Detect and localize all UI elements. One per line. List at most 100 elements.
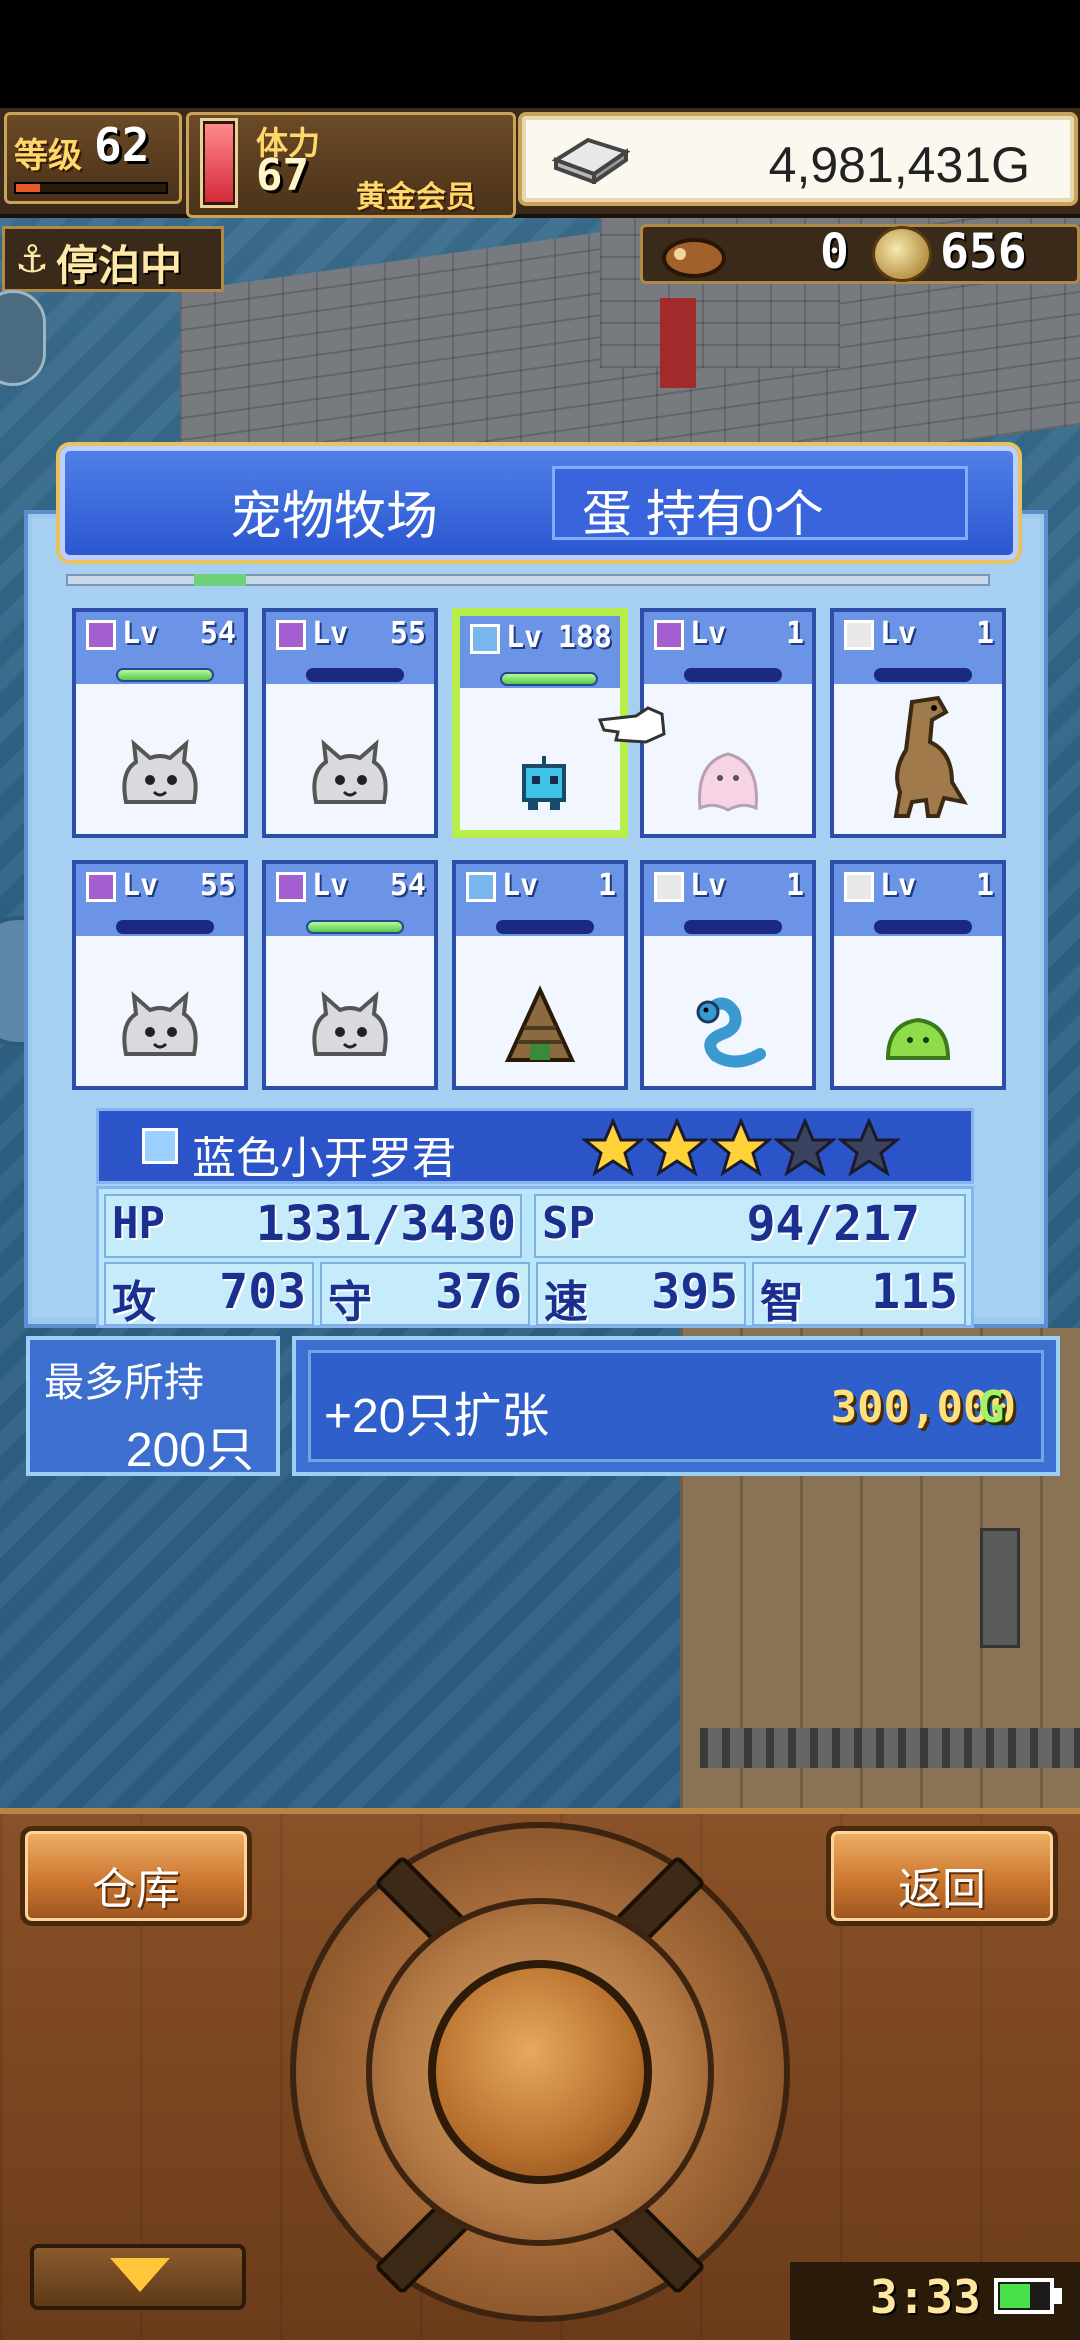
- page-scroll-thumb[interactable]: [194, 574, 246, 586]
- pet-level: 55: [199, 868, 236, 903]
- anchor-icon: ⚓: [14, 237, 50, 281]
- star-filled-icon: [710, 1118, 772, 1176]
- warehouse-button[interactable]: 仓库: [20, 1826, 252, 1926]
- expand-label: +20只扩张: [324, 1390, 550, 1443]
- pink-ghost-icon: [682, 732, 774, 822]
- pet-card[interactable]: Lv 54: [262, 860, 438, 1090]
- purple-element-icon: [86, 872, 116, 902]
- pet-level: 188: [557, 620, 612, 655]
- pet-level-label: Lv: [502, 868, 539, 903]
- battery-level: [1000, 2284, 1030, 2308]
- water-element-icon: [470, 624, 500, 654]
- white-element-icon: [654, 872, 684, 902]
- pet-card[interactable]: Lv 1: [452, 860, 628, 1090]
- side-chat-button[interactable]: [0, 290, 46, 386]
- pet-level-label: Lv: [880, 616, 917, 651]
- pet-level: 1: [785, 616, 804, 651]
- silver-bar-icon: [551, 137, 631, 184]
- coin-icon: [872, 226, 932, 282]
- def-value: 376: [435, 1264, 522, 1320]
- pet-level: 1: [975, 616, 994, 651]
- back-button[interactable]: 返回: [826, 1826, 1058, 1926]
- pet-level: 1: [785, 868, 804, 903]
- pet-exp-bar: [496, 920, 594, 934]
- pet-level: 1: [975, 868, 994, 903]
- pet-exp-bar: [306, 920, 404, 934]
- pet-level-label: Lv: [122, 616, 159, 651]
- spd-label: 速: [544, 1277, 588, 1328]
- warehouse-label: 仓库: [92, 1865, 180, 1914]
- water-element-icon: [466, 872, 496, 902]
- sp-value: 94/217: [746, 1196, 920, 1252]
- pet-card[interactable]: Lv 54: [72, 608, 248, 838]
- resource-count-1: 0: [820, 224, 849, 280]
- pet-level: 54: [199, 616, 236, 651]
- pet-level: 55: [389, 616, 426, 651]
- pet-level: 1: [597, 868, 616, 903]
- eggs-count: 蛋 持有0个: [582, 486, 824, 542]
- pointing-hand-icon: [597, 706, 666, 744]
- pet-level-label: Lv: [122, 868, 159, 903]
- top-bar: [0, 0, 1080, 108]
- battery-tip: [1054, 2288, 1062, 2304]
- pet-exp-bar: [500, 672, 598, 686]
- def-label: 守: [328, 1277, 372, 1328]
- expand-currency: G: [978, 1382, 1005, 1433]
- star-filled-icon: [582, 1118, 644, 1176]
- pet-exp-bar: [684, 668, 782, 682]
- purple-element-icon: [276, 620, 306, 650]
- pet-name: 蓝色小开罗君: [192, 1134, 456, 1183]
- pet-level-label: Lv: [690, 616, 727, 651]
- sp-label: SP: [542, 1198, 595, 1249]
- star-empty-icon: [774, 1118, 836, 1176]
- stamina-value: 67: [256, 150, 309, 201]
- purple-element-icon: [654, 620, 684, 650]
- resource-count-2: 656: [940, 224, 1027, 280]
- water-element-icon: [142, 1128, 178, 1164]
- int-value: 115: [871, 1264, 958, 1320]
- capacity-label: 最多所持: [44, 1361, 204, 1405]
- stamina-gauge-fill: [205, 124, 233, 202]
- white-element-icon: [844, 620, 874, 650]
- atk-value: 703: [219, 1264, 306, 1320]
- hp-value: 1331/3430: [255, 1196, 516, 1252]
- white-element-icon: [844, 872, 874, 902]
- green-slime-icon: [872, 984, 964, 1074]
- int-label: 智: [760, 1277, 804, 1328]
- pet-card[interactable]: Lv 1: [830, 608, 1006, 838]
- clock: 3:33: [870, 2270, 981, 2324]
- level-label: 等级: [14, 136, 82, 176]
- pet-exp-bar: [684, 920, 782, 934]
- pet-level-label: Lv: [690, 868, 727, 903]
- shell-monster-icon: [494, 984, 586, 1074]
- expand-cost: 300,000: [830, 1382, 1016, 1433]
- pet-level: 54: [389, 868, 426, 903]
- dpad-center-button[interactable]: [428, 1960, 652, 2184]
- pet-level-label: Lv: [312, 868, 349, 903]
- blue-snake-icon: [682, 984, 774, 1074]
- hp-label: HP: [112, 1198, 165, 1249]
- pet-card[interactable]: Lv 55: [262, 608, 438, 838]
- pet-level-label: Lv: [880, 868, 917, 903]
- blue-robot-icon: [498, 736, 590, 826]
- exp-bar-fill: [16, 184, 40, 192]
- pet-card[interactable]: Lv 1: [830, 860, 1006, 1090]
- star-filled-icon: [646, 1118, 708, 1176]
- panel-title: 宠物牧场: [230, 488, 439, 546]
- spd-value: 395: [651, 1264, 738, 1320]
- pet-exp-bar: [874, 668, 972, 682]
- gray-cat-icon: [114, 732, 206, 822]
- dock-post: [980, 1528, 1020, 1648]
- pet-level-label: Lv: [506, 620, 543, 655]
- dock-railing: [700, 1728, 1080, 1768]
- gold-value: 4,981,431G: [768, 137, 1030, 193]
- pet-exp-bar: [874, 920, 972, 934]
- pet-card[interactable]: Lv 55: [72, 860, 248, 1090]
- down-arrow-icon: [110, 2258, 170, 2292]
- atk-label: 攻: [112, 1277, 156, 1328]
- pet-card[interactable]: Lv 1: [640, 860, 816, 1090]
- purple-element-icon: [276, 872, 306, 902]
- level-value: 62: [94, 118, 150, 172]
- back-label: 返回: [898, 1865, 986, 1914]
- capacity-value: 200只: [125, 1424, 254, 1477]
